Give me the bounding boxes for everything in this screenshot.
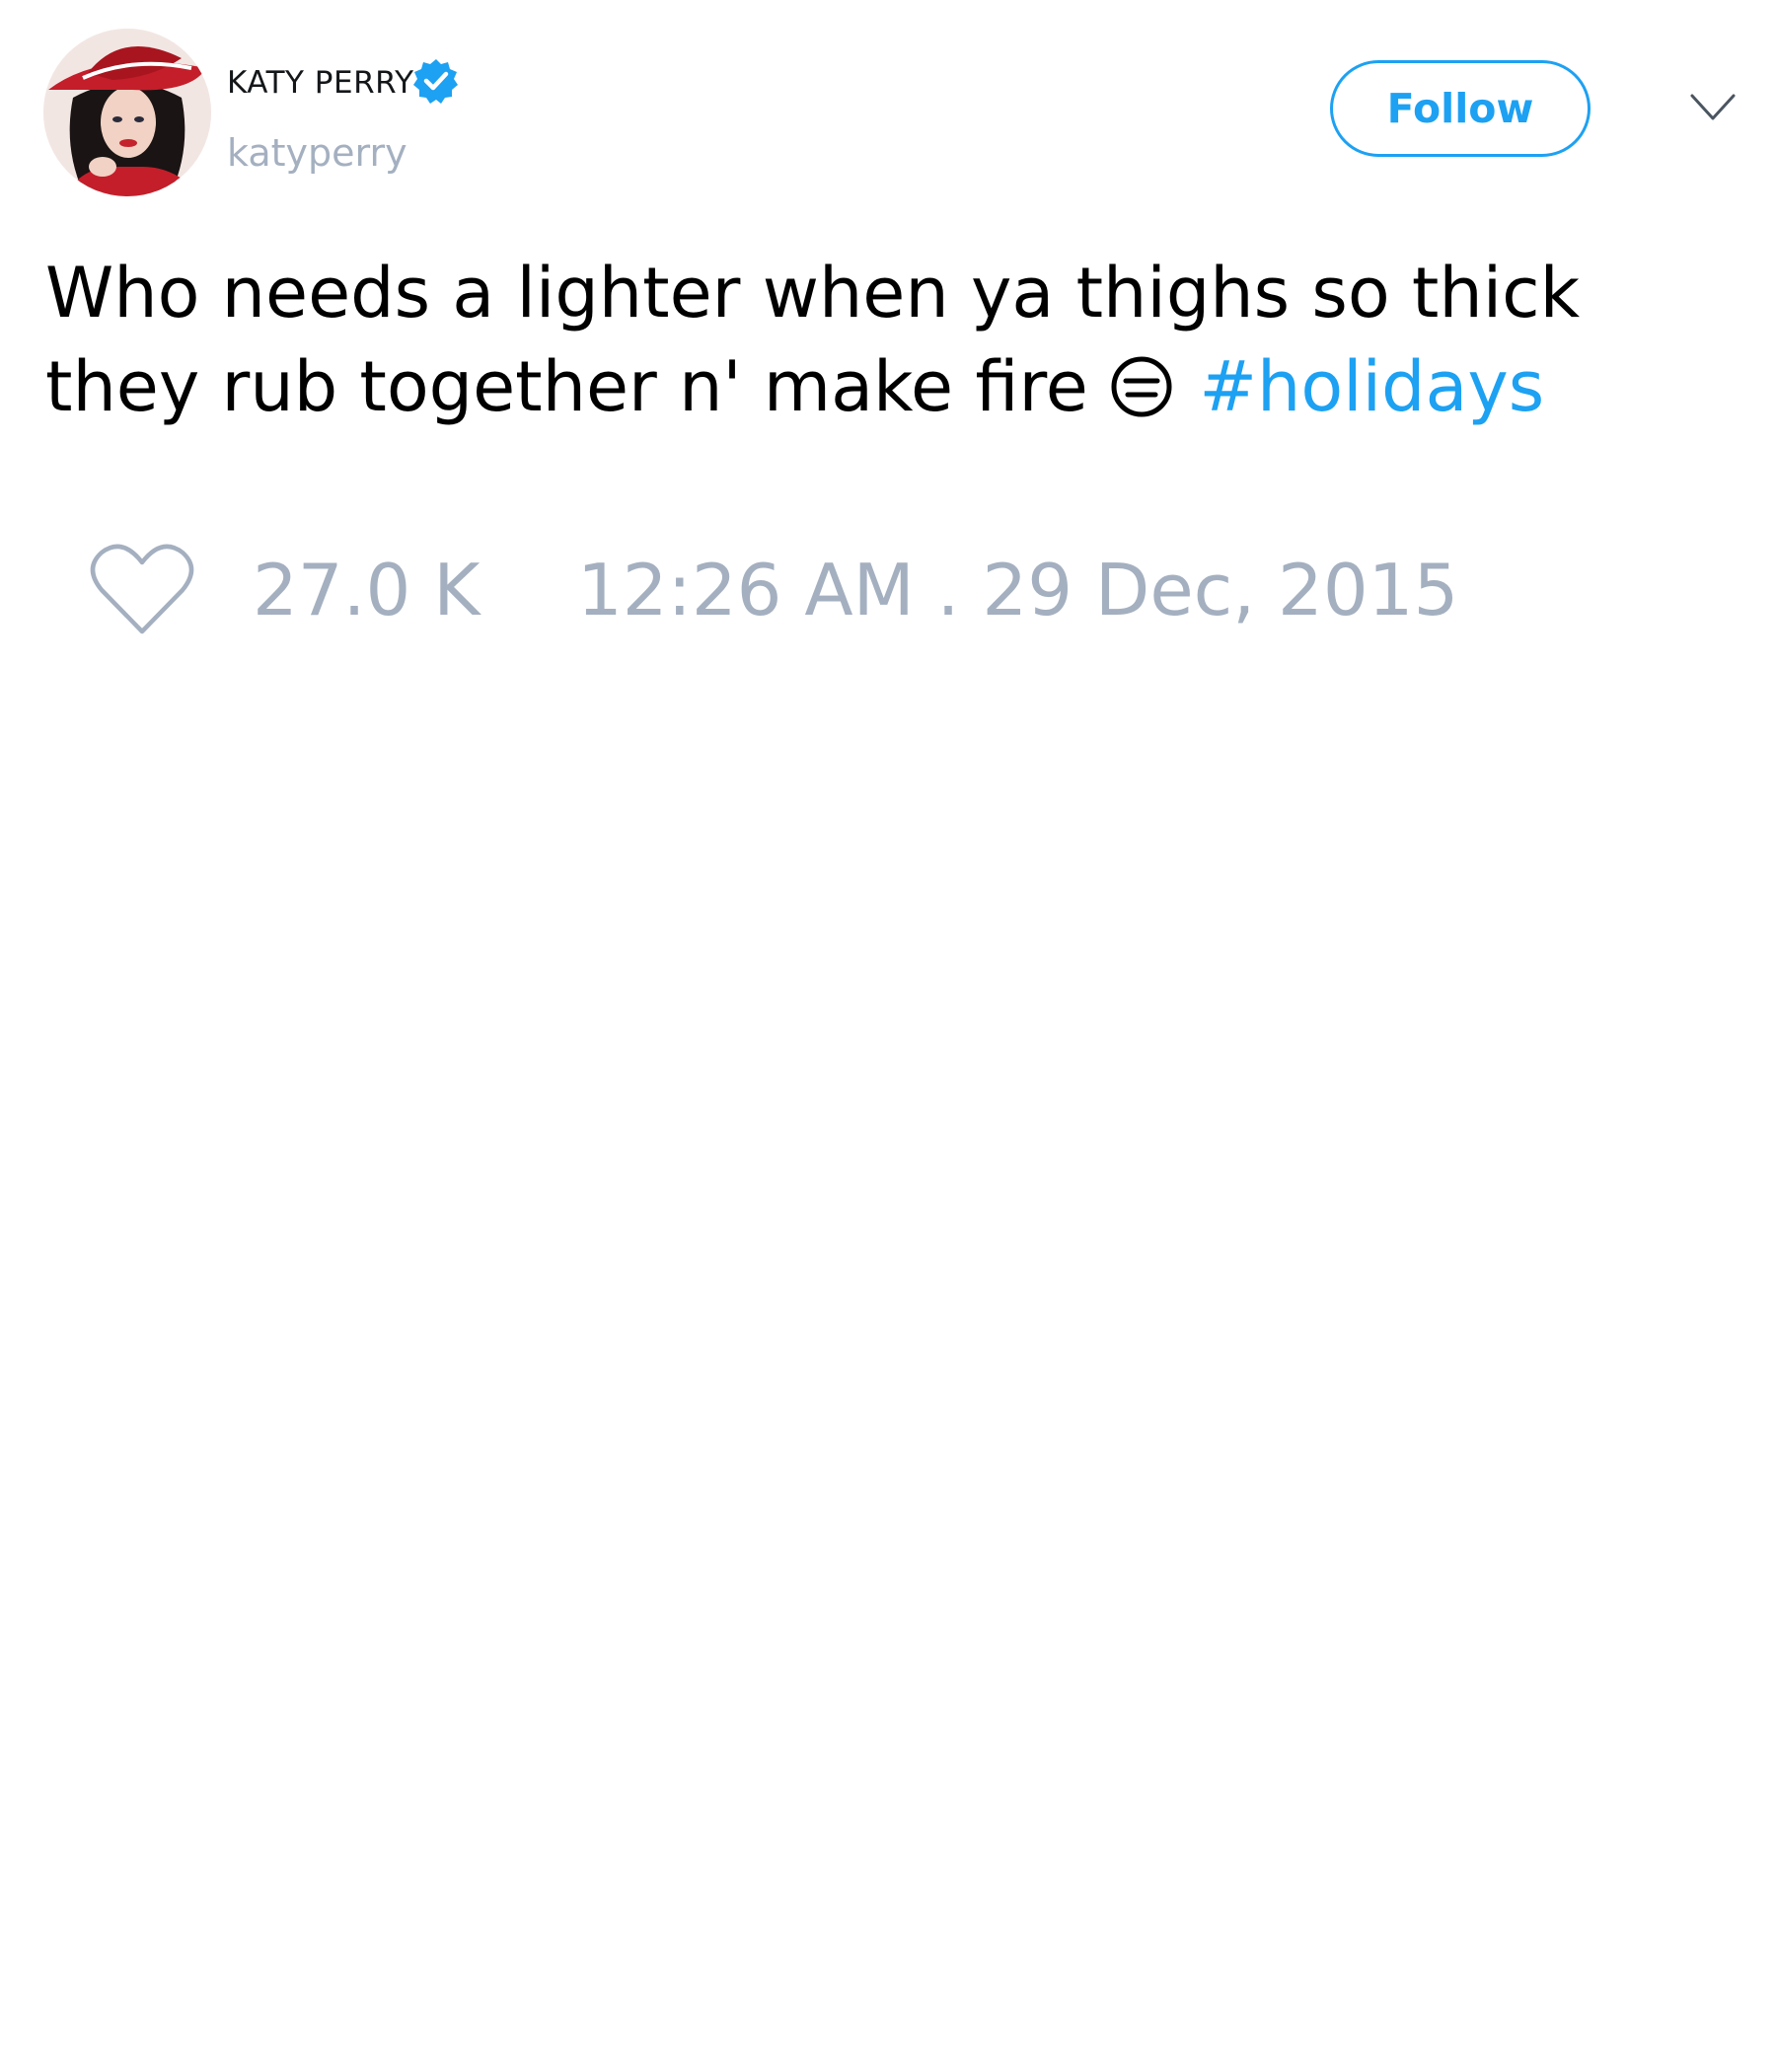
avatar[interactable] — [43, 29, 211, 196]
verified-badge-icon — [413, 59, 458, 104]
like-count: 27.0 K — [253, 549, 481, 631]
tweet-text: Who needs a lighter when ya thighs so th… — [45, 247, 1742, 434]
heart-icon[interactable] — [90, 541, 194, 637]
expressionless-face-icon — [1111, 356, 1172, 417]
chevron-down-icon[interactable] — [1689, 91, 1737, 124]
tweet-card: KATY PERRY katyperry Follow Who needs a … — [0, 0, 1776, 2072]
user-handle[interactable]: katyperry — [227, 131, 407, 175]
display-name[interactable]: KATY PERRY — [227, 65, 414, 101]
hashtag-link[interactable]: #holidays — [1199, 346, 1544, 427]
follow-button[interactable]: Follow — [1330, 60, 1591, 157]
timestamp[interactable]: 12:26 AM . 29 Dec, 2015 — [577, 549, 1458, 631]
avatar-image — [43, 29, 211, 196]
